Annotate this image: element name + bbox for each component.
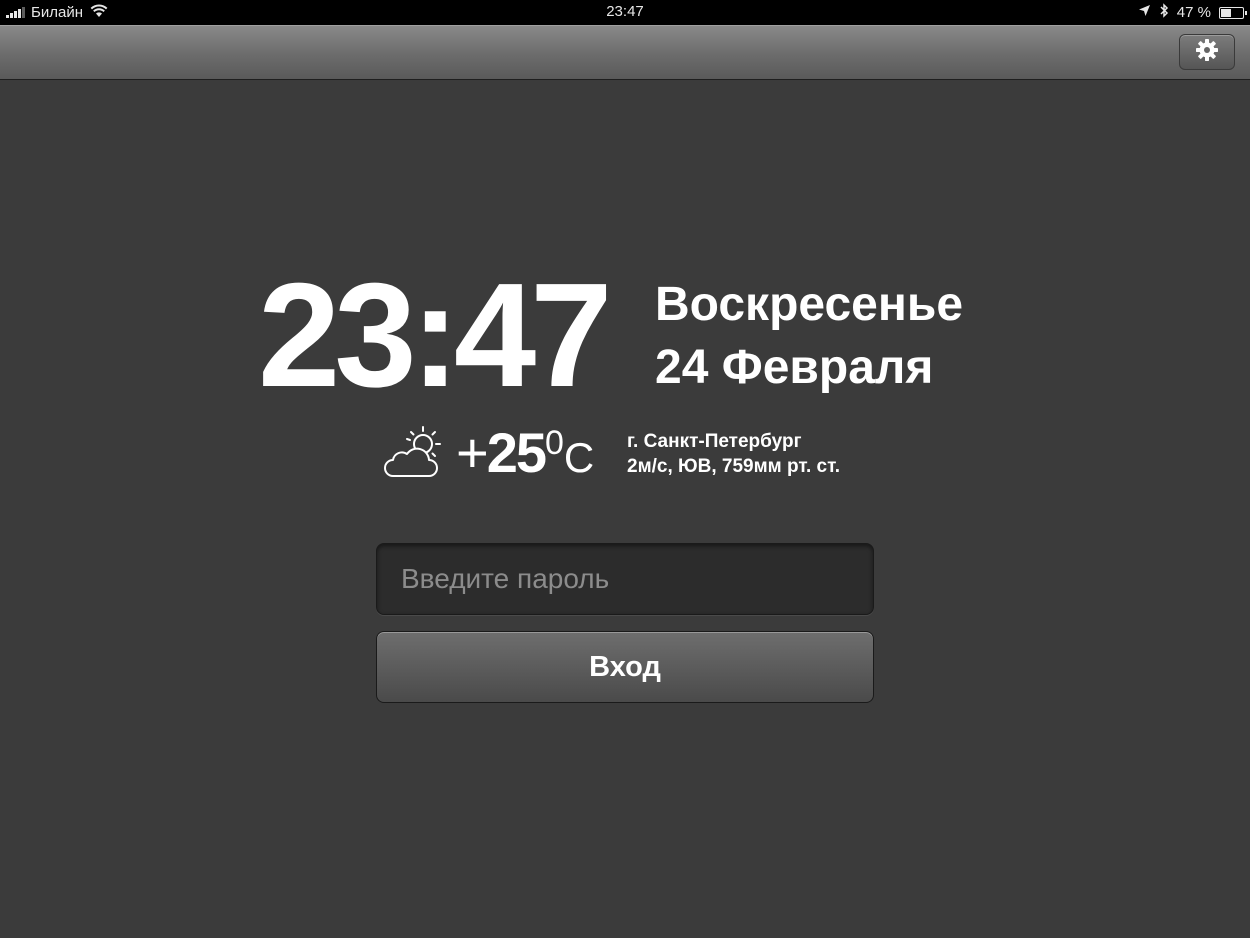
battery-icon (1219, 6, 1247, 19)
temperature-unit: C (563, 434, 595, 481)
clock-time: 23:47 (258, 253, 613, 418)
login-button[interactable]: Вход (376, 631, 874, 703)
gear-icon (1195, 38, 1219, 67)
toolbar (0, 25, 1250, 80)
battery-level (1221, 8, 1231, 17)
battery-percent: 47 % (1176, 4, 1211, 21)
temperature-sign: + (456, 421, 489, 484)
temperature: +250C (456, 425, 594, 481)
weather-city: г. Санкт-Петербург (627, 431, 802, 452)
clock-date: 24 Февраля (655, 341, 934, 394)
location-icon (1138, 4, 1151, 21)
temperature-degree: 0 (545, 424, 564, 462)
settings-button[interactable] (1179, 34, 1235, 70)
status-right: 47 % (1138, 3, 1247, 22)
bluetooth-icon (1159, 3, 1169, 22)
weather-details: 2м/с, ЮВ, 759мм рт. ст. (627, 456, 841, 477)
clock-weekday: Воскресенье (655, 278, 964, 331)
temperature-value: 25 (486, 421, 547, 484)
status-time: 23:47 (606, 3, 644, 20)
partly-cloudy-icon (383, 422, 445, 480)
status-bar: Билайн 23:47 47 % (0, 0, 1250, 25)
password-input[interactable] (376, 543, 874, 615)
